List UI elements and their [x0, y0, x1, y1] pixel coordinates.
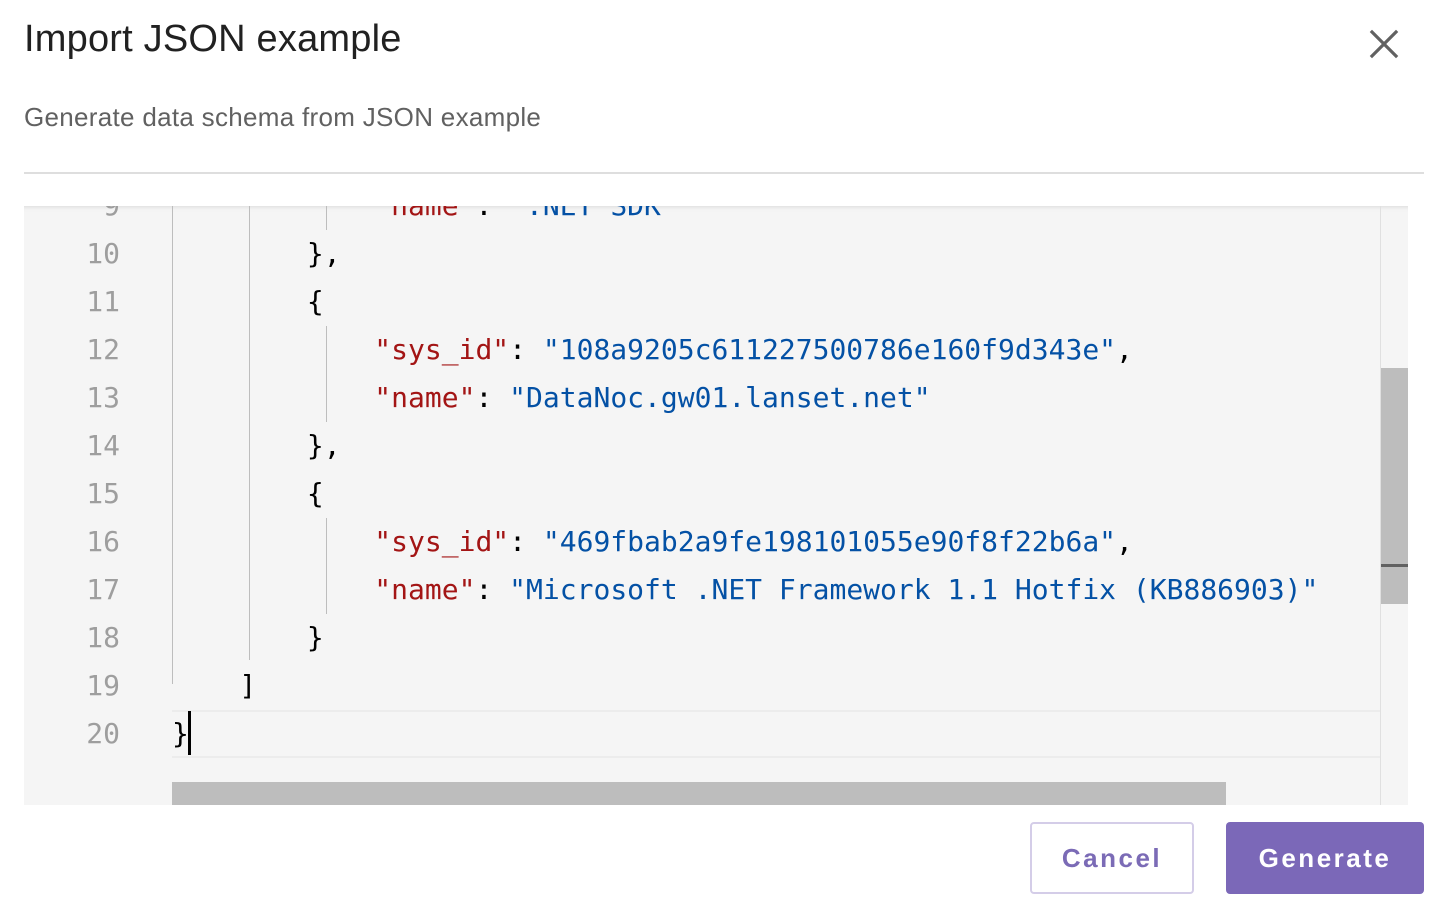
line-number: 15 — [86, 477, 120, 510]
line-number: 10 — [86, 237, 120, 270]
code-text: { — [172, 285, 324, 318]
line-number: 19 — [86, 669, 120, 702]
code-line: ] — [172, 662, 256, 710]
json-key: "name" — [374, 573, 476, 606]
code-text: }, — [172, 237, 341, 270]
json-separator: : — [509, 333, 543, 366]
close-icon — [1369, 29, 1399, 59]
json-trailing-comma: , — [1116, 525, 1133, 558]
json-key: "name" — [374, 381, 476, 414]
line-number: 18 — [86, 621, 120, 654]
line-number: 17 — [86, 573, 120, 606]
code-line: }, — [172, 422, 341, 470]
line-number: 20 — [86, 717, 120, 750]
dialog-subtitle: Generate data schema from JSON example — [24, 102, 542, 132]
json-separator: : — [475, 206, 509, 222]
dialog-title: Import JSON example — [24, 18, 402, 60]
code-line: } — [172, 710, 189, 758]
text-cursor — [188, 711, 191, 755]
code-text: { — [172, 477, 324, 510]
cursor-position-marker — [1381, 564, 1408, 567]
indent-guide — [326, 518, 327, 614]
code-line: "name": "Microsoft .NET Framework 1.1 Ho… — [172, 566, 1318, 614]
code-line: "sys_id": "108a9205c611227500786e160f9d3… — [172, 326, 1133, 374]
generate-button[interactable]: Generate — [1226, 822, 1424, 894]
json-string-value: "Microsoft .NET Framework 1.1 Hotfix (KB… — [509, 573, 1319, 606]
json-separator: : — [475, 381, 510, 414]
indent-guide — [172, 206, 173, 684]
code-text: } — [172, 717, 189, 750]
line-number: 9 — [24, 206, 120, 230]
json-string-value: "108a9205c611227500786e160f9d343e" — [542, 333, 1117, 366]
line-number: 11 — [86, 285, 120, 318]
json-separator: : — [509, 525, 543, 558]
line-number: 13 — [86, 381, 120, 414]
horizontal-scrollbar-thumb[interactable] — [172, 782, 1226, 805]
indent-guide — [326, 326, 327, 422]
header-divider — [24, 172, 1424, 174]
indent-guide — [249, 206, 250, 660]
json-string-value: ".NET SDK" — [509, 206, 678, 222]
json-key: "sys_id" — [374, 333, 510, 366]
vertical-scrollbar-thumb[interactable] — [1381, 368, 1408, 604]
code-area[interactable]: "name": ".NET SDK" }, { "sys_id": "108a9… — [172, 206, 1380, 805]
cancel-button[interactable]: Cancel — [1030, 822, 1194, 894]
code-text: } — [172, 621, 324, 654]
json-separator: : — [475, 573, 510, 606]
json-string-value: "469fbab2a9fe198101055e90f8f22b6a" — [542, 525, 1117, 558]
code-line: "name": "DataNoc.gw01.lanset.net" — [172, 374, 931, 422]
line-number: 16 — [86, 525, 120, 558]
json-trailing-comma: , — [1116, 333, 1133, 366]
close-button[interactable] — [1362, 22, 1406, 66]
json-code-editor[interactable]: 9 10 11 12 13 14 15 16 17 18 19 20 "name": ".NET SD… — [24, 206, 1408, 805]
code-line: } — [172, 614, 324, 662]
json-key: "sys_id" — [374, 525, 510, 558]
indent-guide — [326, 206, 327, 230]
code-line: "sys_id": "469fbab2a9fe198101055e90f8f22… — [172, 518, 1133, 566]
json-string-value: "DataNoc.gw01.lanset.net" — [509, 381, 931, 414]
current-line-highlight — [172, 710, 1380, 758]
code-line: { — [172, 278, 324, 326]
code-line: { — [172, 470, 324, 518]
line-number-gutter: 9 10 11 12 13 14 15 16 17 18 19 20 — [24, 206, 172, 805]
json-key: "name" — [374, 206, 475, 222]
line-number: 12 — [86, 333, 120, 366]
code-text: ] — [172, 669, 257, 702]
code-line: "name": ".NET SDK" — [172, 206, 678, 230]
code-text: }, — [172, 429, 341, 462]
vertical-scrollbar[interactable] — [1380, 206, 1408, 805]
line-number: 14 — [86, 429, 120, 462]
code-line: }, — [172, 230, 341, 278]
